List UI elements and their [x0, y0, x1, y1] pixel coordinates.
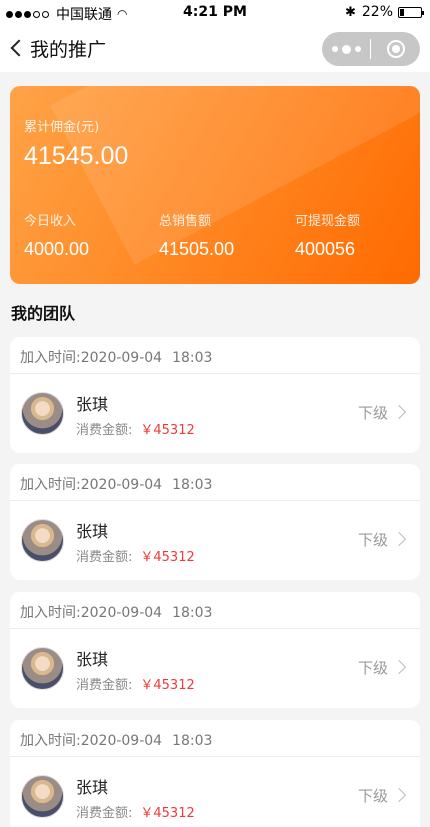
join-date: 加入时间:2020-09-04 [20, 733, 163, 749]
member-name: 张琪 [76, 778, 109, 797]
total-sales-value: 41505.00 [159, 239, 235, 259]
avatar [21, 392, 64, 435]
join-clock: 18:03 [172, 733, 213, 749]
join-clock: 18:03 [172, 350, 213, 366]
join-time-row: 加入时间:2020-09-04 18:03 [10, 337, 420, 374]
battery-icon [398, 6, 424, 18]
join-time-row: 加入时间:2020-09-04 18:03 [10, 464, 420, 501]
chevron-right-icon [391, 787, 407, 803]
avatar [21, 647, 64, 690]
spend-amount: ￥45312 [140, 550, 195, 565]
nav-bar: 我的推广 [0, 24, 430, 72]
spend-label: 消费金额: [76, 550, 133, 565]
spend-label: 消费金额: [76, 806, 133, 821]
spend-label: 消费金额: [76, 423, 133, 438]
spend-label: 消费金额: [76, 678, 133, 693]
page-title: 我的推广 [30, 39, 107, 61]
member-level: 下级 [357, 787, 388, 805]
today-income: 今日收入 4000.00 [24, 210, 89, 260]
team-member-card: 加入时间:2020-09-04 18:03 张琪 消费金额: ￥45312 下级 [10, 464, 420, 580]
member-level: 下级 [357, 659, 388, 677]
team-member-card: 加入时间:2020-09-04 18:03 张琪 消费金额: ￥45312 下级 [10, 720, 420, 827]
team-member-card: 加入时间:2020-09-04 18:03 张琪 消费金额: ￥45312 下级 [10, 592, 420, 708]
team-member-card: 加入时间:2020-09-04 18:03 张琪 消费金额: ￥45312 下级 [10, 337, 420, 453]
join-date: 加入时间:2020-09-04 [20, 350, 163, 366]
spend-amount: ￥45312 [140, 806, 195, 821]
back-icon[interactable] [10, 38, 24, 58]
member-name: 张琪 [76, 522, 109, 541]
more-icon[interactable] [322, 32, 370, 66]
total-commission-label: 累计佣金(元) [24, 120, 100, 135]
avatar [21, 519, 64, 562]
close-icon[interactable] [371, 32, 420, 66]
bluetooth-icon: ✱ [344, 4, 356, 20]
join-clock: 18:03 [172, 477, 213, 493]
total-commission-value: 41545.00 [24, 142, 129, 170]
today-income-value: 4000.00 [24, 239, 90, 259]
commission-summary-card: 累计佣金(元) 41545.00 今日收入 4000.00 总销售额 41505… [10, 86, 420, 284]
today-income-label: 今日收入 [24, 214, 77, 229]
join-time-row: 加入时间:2020-09-04 18:03 [10, 592, 420, 629]
total-sales: 总销售额 41505.00 [159, 210, 234, 260]
join-clock: 18:03 [172, 605, 213, 621]
status-bar: 中国联通 ◠ 4:21 PM ✱ 22% [0, 0, 430, 24]
total-sales-label: 总销售额 [159, 214, 212, 229]
battery-percent: 22% [361, 4, 393, 20]
join-date: 加入时间:2020-09-04 [20, 605, 163, 621]
join-date: 加入时间:2020-09-04 [20, 477, 163, 493]
mini-program-capsule [322, 32, 420, 66]
spend-amount: ￥45312 [140, 423, 195, 438]
team-section-title: 我的团队 [11, 304, 76, 323]
member-row[interactable]: 张琪 消费金额: ￥45312 下级 [10, 501, 420, 580]
member-row[interactable]: 张琪 消费金额: ￥45312 下级 [10, 757, 420, 827]
chevron-right-icon [391, 531, 407, 547]
chevron-right-icon [391, 404, 407, 420]
withdrawable-amount: 可提现金额 400056 [295, 210, 360, 260]
member-row[interactable]: 张琪 消费金额: ￥45312 下级 [10, 629, 420, 708]
withdrawable-value: 400056 [295, 239, 356, 259]
member-level: 下级 [357, 404, 388, 422]
avatar [21, 775, 64, 818]
join-time-row: 加入时间:2020-09-04 18:03 [10, 720, 420, 757]
member-name: 张琪 [76, 395, 109, 414]
member-name: 张琪 [76, 650, 109, 669]
member-level: 下级 [357, 531, 388, 549]
chevron-right-icon [391, 659, 407, 675]
spend-amount: ￥45312 [140, 678, 195, 693]
member-row[interactable]: 张琪 消费金额: ￥45312 下级 [10, 374, 420, 453]
withdrawable-label: 可提现金额 [295, 214, 361, 229]
